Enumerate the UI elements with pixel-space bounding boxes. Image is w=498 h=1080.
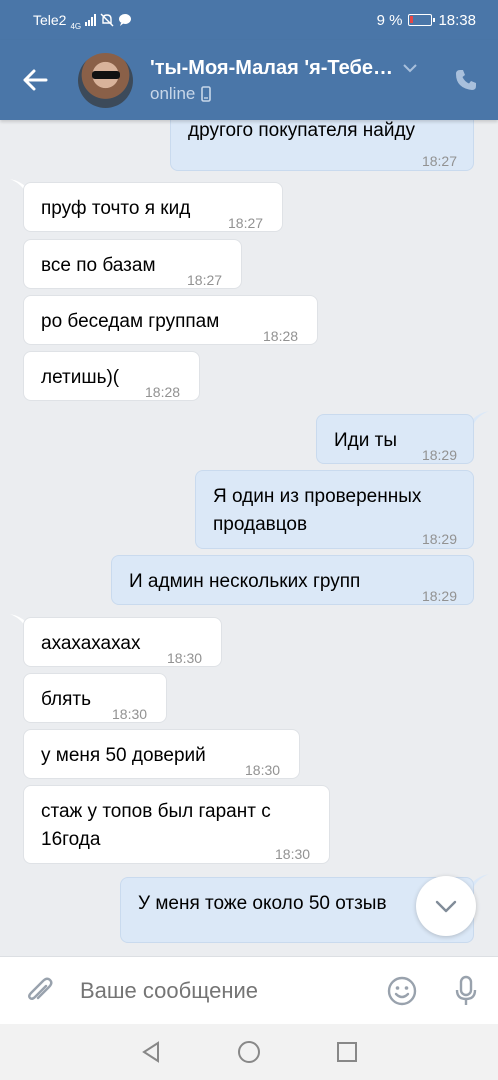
nav-home-icon[interactable] — [237, 1040, 261, 1064]
chat-title: 'ты-Моя-Малая 'я-Тебе… — [150, 56, 393, 79]
clock: 18:38 — [438, 11, 476, 29]
message-incoming[interactable]: блять 18:30 — [23, 673, 167, 723]
back-arrow-icon — [23, 69, 48, 91]
microphone-icon — [455, 975, 477, 1005]
attach-button[interactable] — [0, 957, 80, 1025]
signal-icon — [85, 14, 97, 26]
message-outgoing[interactable]: Иди ты 18:29 — [316, 414, 474, 464]
chevron-down-icon — [403, 63, 417, 72]
paperclip-icon — [28, 977, 53, 1000]
message-outgoing[interactable]: другого покупателя найду 18:27 — [170, 120, 474, 171]
bubble-tail — [473, 411, 489, 427]
mute-icon — [100, 13, 114, 27]
message-incoming[interactable]: у меня 50 доверий 18:30 — [23, 729, 300, 779]
smile-icon — [387, 976, 417, 1005]
message-outgoing[interactable]: Я один из проверенных продавцов 18:29 — [195, 470, 474, 549]
message-incoming[interactable]: стаж у топов был гарант с 16года 18:30 — [23, 785, 330, 864]
network-type: 4G — [70, 21, 82, 31]
scroll-down-button[interactable] — [416, 876, 476, 936]
mobile-icon — [201, 85, 212, 102]
battery-percent: 9 % — [376, 11, 403, 29]
message-notification-icon — [119, 14, 132, 26]
message-incoming[interactable]: все по базам 18:27 — [23, 239, 242, 289]
bubble-tail — [473, 874, 489, 890]
message-incoming[interactable]: ро беседам группам 18:28 — [23, 295, 318, 345]
chat-title-block[interactable]: 'ты-Моя-Малая 'я-Тебе… online — [150, 57, 434, 104]
message-incoming[interactable]: летишь)( 18:28 — [23, 351, 200, 401]
chat-header: 'ты-Моя-Малая 'я-Тебе… online — [0, 40, 498, 120]
message-input[interactable] — [80, 977, 370, 1004]
nav-recents-icon[interactable] — [336, 1041, 358, 1063]
battery-icon — [408, 14, 436, 26]
back-button[interactable] — [0, 40, 70, 120]
system-nav-bar — [0, 1024, 498, 1080]
message-incoming[interactable]: ахахахахах 18:30 — [23, 617, 222, 667]
carrier-label: Tele2 — [33, 12, 67, 28]
call-button[interactable] — [434, 40, 498, 120]
message-outgoing[interactable]: И админ нескольких групп 18:29 — [111, 555, 474, 605]
status-bar: Tele2 4G 9 % 18:38 — [0, 0, 498, 40]
message-composer — [0, 956, 498, 1024]
message-incoming[interactable]: пруф точто я кид 18:27 — [23, 182, 283, 232]
avatar[interactable] — [78, 52, 133, 108]
online-status: online — [150, 83, 196, 103]
nav-back-icon[interactable] — [140, 1041, 162, 1063]
phone-icon — [456, 70, 476, 90]
scroll-down-icon — [435, 900, 457, 912]
emoji-button[interactable] — [370, 957, 434, 1025]
message-list[interactable]: другого покупателя найду 18:27 пруф точт… — [0, 120, 498, 956]
voice-message-button[interactable] — [434, 957, 498, 1025]
